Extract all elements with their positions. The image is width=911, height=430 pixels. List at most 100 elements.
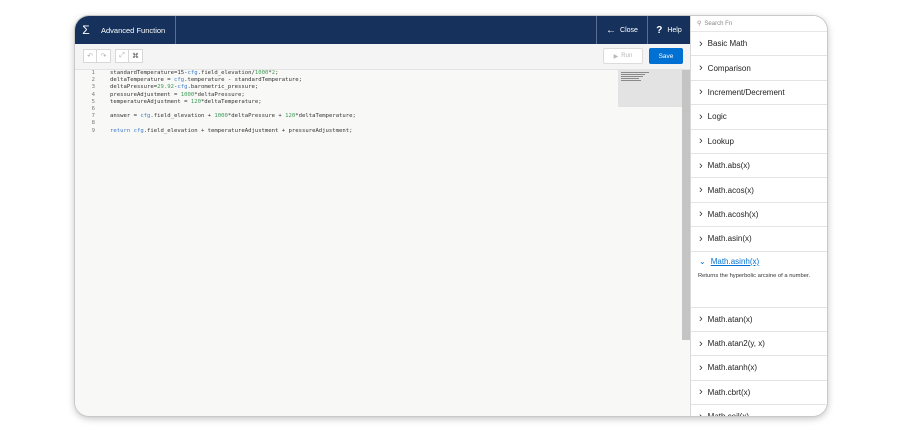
function-item-label: Math.acosh(x)	[707, 209, 759, 219]
code-line[interactable]: 3 deltaPressure=29.92-cfg.barometric_pres…	[75, 84, 356, 91]
function-item[interactable]: › Logic	[691, 105, 827, 130]
function-item-label: Logic	[707, 112, 727, 122]
chevron-right-icon: ›	[699, 62, 703, 75]
function-item-label: Math.cbrt(x)	[707, 387, 751, 397]
code-line[interactable]: 9 return cfg.field_elevation + temperatur…	[75, 128, 356, 135]
function-item[interactable]: › Math.acosh(x)	[691, 203, 827, 228]
expand-icon: ⤢	[119, 52, 125, 59]
undo-button[interactable]: ↶	[83, 49, 97, 63]
function-item-label: Math.abs(x)	[707, 161, 750, 171]
code-token: .field_elevation + temperatureAdjustment…	[143, 127, 353, 134]
close-button[interactable]: ← Close	[596, 16, 647, 44]
code-token: cfg	[140, 113, 151, 120]
chevron-right-icon: ›	[699, 386, 703, 399]
line-number: 9	[91, 127, 95, 134]
code-token: pressureAdjustment =	[110, 91, 181, 98]
function-item[interactable]: › Math.ceil(x)	[691, 405, 827, 416]
chevron-right-icon: ›	[699, 232, 703, 245]
line-number: 7	[91, 113, 95, 120]
play-icon: ▶	[613, 53, 619, 60]
line-number: 4	[91, 91, 95, 98]
code-token: *deltaTemperature;	[295, 113, 356, 120]
code-token: .field_elevation +	[150, 113, 215, 120]
code-token: deltaTemperature =	[110, 77, 174, 84]
function-item[interactable]: › Comparison	[691, 56, 827, 81]
function-item[interactable]: › Math.atan(x)	[691, 308, 827, 332]
chevron-right-icon: ›	[699, 86, 703, 99]
code-token: .barometric_pressure;	[187, 84, 259, 91]
code-token: standardTemperature=15-	[110, 70, 188, 76]
code-token: temperatureAdjustment =	[110, 98, 191, 105]
code-lines[interactable]: 1 standardTemperature=15-cfg.field_elevat…	[75, 70, 356, 135]
code-text: temperatureAdjustment = 120*deltaTempera…	[95, 99, 262, 106]
code-line[interactable]: 6	[75, 106, 356, 113]
code-editor[interactable]: 1 standardTemperature=15-cfg.field_elevat…	[75, 70, 690, 416]
function-item[interactable]: › Math.asin(x)	[691, 227, 827, 252]
code-token: return	[110, 127, 134, 134]
function-item-label: Lookup	[707, 136, 734, 146]
expand-button[interactable]: ⤢	[115, 49, 129, 63]
function-item[interactable]: › Math.abs(x)	[691, 154, 827, 179]
redo-icon: ↷	[100, 53, 107, 60]
function-item-label: Math.atan(x)	[707, 314, 753, 324]
collapse-icon: ⌘	[132, 53, 139, 60]
code-text: deltaTemperature = cfg.temperature - sta…	[95, 77, 302, 84]
code-line[interactable]: 4 pressureAdjustment = 1000*deltaPressure…	[75, 92, 356, 99]
help-label: Help	[667, 26, 682, 34]
code-line[interactable]: 8	[75, 120, 356, 127]
code-token: *deltaTemperature;	[200, 98, 262, 105]
function-item-expanded[interactable]: ⌄ Math.asinh(x)	[691, 252, 827, 272]
redo-button[interactable]: ↷	[97, 49, 111, 63]
function-list-top: › Basic Math › Comparison › Increment/Decreme…	[691, 32, 827, 252]
search-input[interactable]: ⚲ Search Fn	[691, 16, 827, 32]
code-token: cfg	[174, 77, 185, 84]
function-item-label: Basic Math	[707, 39, 748, 49]
line-number: 1	[91, 70, 95, 76]
code-line[interactable]: 5 temperatureAdjustment = 120*deltaTemper…	[75, 99, 356, 106]
save-button[interactable]: Save	[649, 48, 683, 64]
function-panel: ⚲ Search Fn › Basic Math › Comparison › Incre…	[690, 16, 827, 416]
code-token: ;	[275, 70, 279, 76]
code-line[interactable]: 2 deltaTemperature = cfg.temperature - st…	[75, 77, 356, 84]
undo-icon: ↶	[87, 53, 93, 60]
code-line[interactable]: 1 standardTemperature=15-cfg.field_elevat…	[75, 70, 356, 77]
function-item[interactable]: › Math.acos(x)	[691, 178, 827, 203]
function-item[interactable]: › Basic Math	[691, 32, 827, 57]
run-button[interactable]: ▶ Run	[603, 48, 643, 64]
code-line[interactable]: 7 answer = cfg.field_elevation + 1000*del…	[75, 113, 356, 120]
code-token: 1000	[180, 91, 195, 98]
function-item[interactable]: › Math.atan2(y, x)	[691, 332, 827, 357]
line-number: 5	[91, 98, 95, 105]
chevron-right-icon: ›	[699, 135, 703, 148]
code-token: 1000	[254, 70, 269, 76]
page-title: Advanced Function	[97, 16, 177, 44]
chevron-right-icon: ›	[699, 110, 703, 123]
help-button[interactable]: ? Help	[647, 16, 690, 44]
function-list-bottom: › Math.atan(x) › Math.atan2(y, x) › Math.atan…	[691, 308, 827, 416]
line-number: 2	[91, 77, 95, 84]
function-description: Returns the hyperbolic arcsine of a numb…	[691, 272, 827, 308]
function-item[interactable]: › Math.atanh(x)	[691, 356, 827, 381]
code-token: 1000	[214, 113, 228, 120]
function-item[interactable]: › Increment/Decrement	[691, 81, 827, 106]
function-item[interactable]: › Lookup	[691, 130, 827, 154]
code-token: 120	[190, 98, 201, 105]
collapse-button[interactable]: ⌘	[129, 49, 143, 63]
code-text: answer = cfg.field_elevation + 1000*delt…	[95, 113, 356, 120]
function-item-label: Increment/Decrement	[707, 87, 785, 97]
editor-minimap[interactable]	[618, 70, 682, 107]
code-text: deltaPressure=29.92-cfg.barometric_press…	[95, 84, 258, 91]
code-text: pressureAdjustment = 1000*deltaPressure;	[95, 92, 245, 99]
search-icon: ⚲	[697, 21, 702, 27]
sigma-icon: Σ	[82, 23, 90, 37]
arrow-left-icon: ←	[606, 24, 617, 36]
function-item-label: Math.ceil(x)	[708, 412, 749, 416]
function-item[interactable]: › Math.cbrt(x)	[691, 381, 827, 406]
line-number: 8	[91, 120, 95, 127]
code-text: return cfg.field_elevation + temperature…	[95, 128, 353, 135]
editor-scrollbar[interactable]	[682, 70, 690, 340]
line-number: 3	[91, 84, 95, 91]
chevron-right-icon: ›	[699, 159, 703, 172]
